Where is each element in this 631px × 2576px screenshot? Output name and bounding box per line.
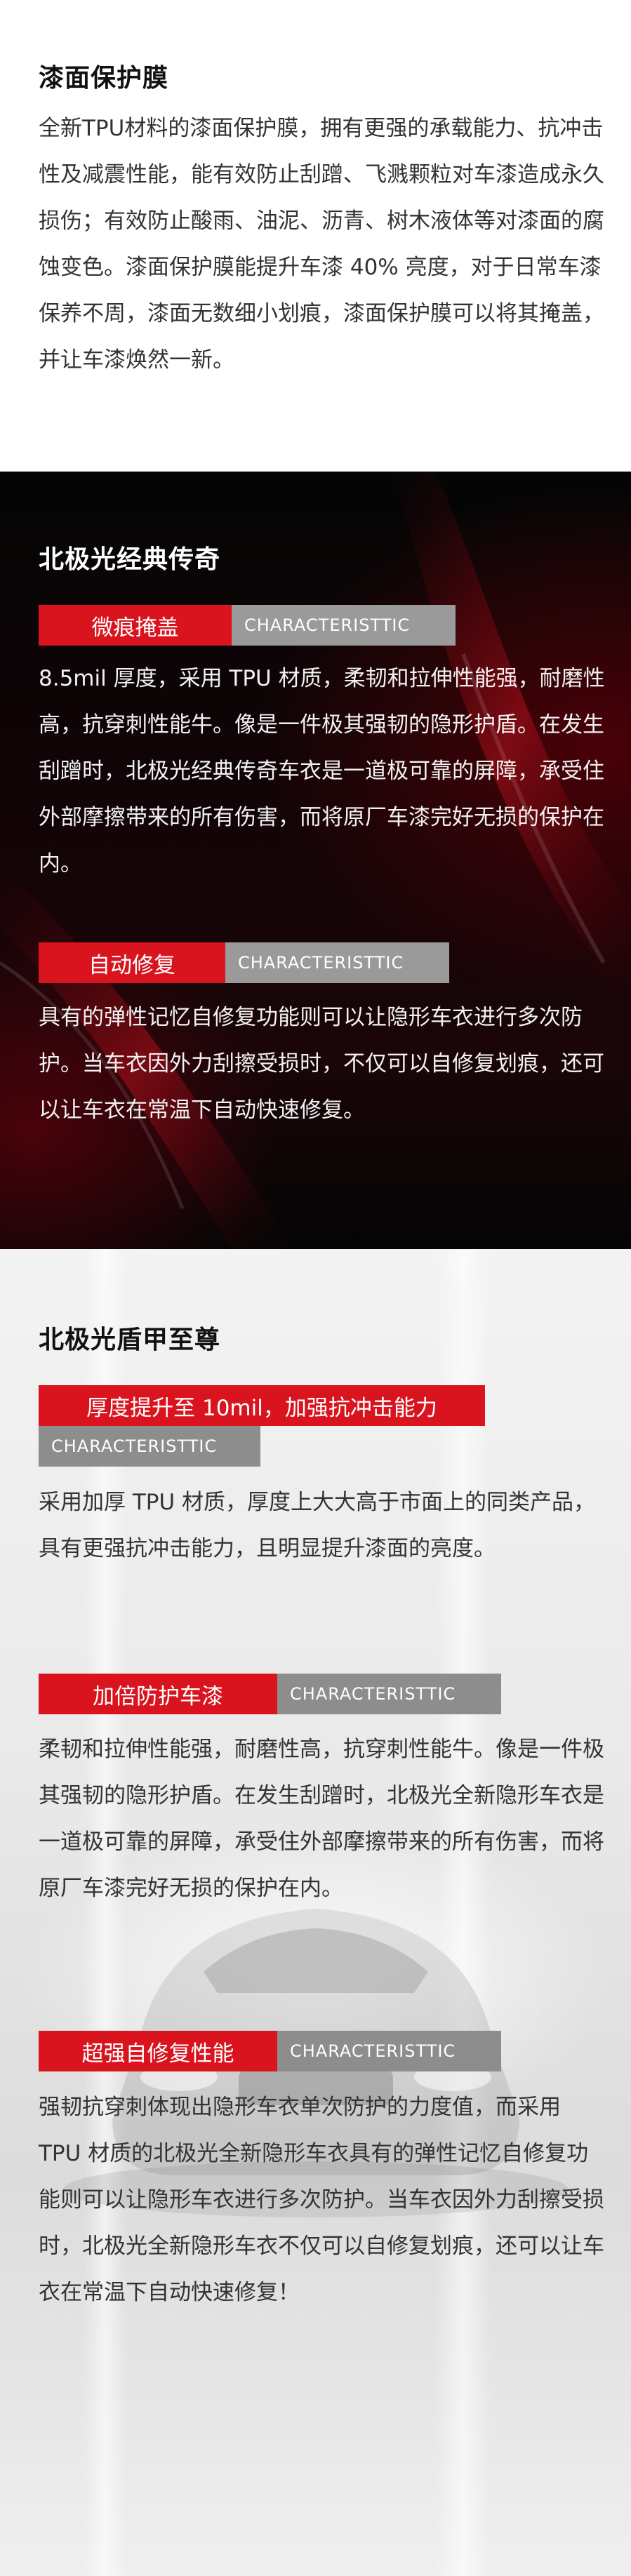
feature-body: 采用加厚 TPU 材质，厚度上大大高于市面上的同类产品，具有更强抗冲击能力，且明… <box>39 1490 596 1561</box>
section-paint-protection: 漆面保护膜 全新TPU材料的漆面保护膜，拥有更强的承载能力、抗冲击性及减震性能，… <box>0 0 631 472</box>
feature-tag: 加倍防护车漆 CHARACTERISTTIC <box>39 1674 501 1714</box>
feature-body: 柔韧和拉伸性能强，耐磨性高，抗穿刺性能牛。像是一件极其强韧的隐形护盾。在发生刮蹭… <box>39 1737 604 1901</box>
feature-tag-label: 厚度提升至 10mil，加强抗冲击能力 <box>39 1385 485 1426</box>
feature-tag: 自动修复 CHARACTERISTTIC <box>39 942 449 983</box>
feature-tag-label: 超强自修复性能 <box>39 2031 277 2071</box>
feature-tag-english: CHARACTERISTTIC <box>225 942 449 983</box>
section-title: 漆面保护膜 <box>39 64 169 93</box>
feature-tag-label: 加倍防护车漆 <box>39 1674 277 1714</box>
feature-tag-label: 微痕掩盖 <box>39 605 232 646</box>
section-armor-supreme: 北极光盾甲至尊 厚度提升至 10mil，加强抗冲击能力 CHARACTERIST… <box>0 1249 631 2576</box>
feature-tag: 微痕掩盖 CHARACTERISTTIC <box>39 605 456 646</box>
feature-tag-label: 自动修复 <box>39 942 225 983</box>
feature-body: 具有的弹性记忆自修复功能则可以让隐形车衣进行多次防护。当车衣因外力刮擦受损时，不… <box>39 1005 604 1123</box>
feature-body: 8.5mil 厚度，采用 TPU 材质，柔韧和拉伸性能强，耐磨性高，抗穿刺性能牛… <box>39 666 605 876</box>
section-title: 北极光盾甲至尊 <box>39 1326 221 1354</box>
feature-tag: CHARACTERISTTIC <box>39 1426 260 1467</box>
section-title: 北极光经典传奇 <box>39 545 221 574</box>
feature-tag-english: CHARACTERISTTIC <box>39 1426 260 1467</box>
section-classic-legend: 北极光经典传奇 微痕掩盖 CHARACTERISTTIC 8.5mil 厚度，采… <box>0 472 631 1249</box>
feature-tag-english: CHARACTERISTTIC <box>232 605 456 646</box>
feature-body: 强韧抗穿刺体现出隐形车衣单次防护的力度值，而采用 TPU 材质的北极光全新隐形车… <box>39 2095 604 2305</box>
feature-tag-english: CHARACTERISTTIC <box>277 2031 501 2071</box>
feature-tag: 超强自修复性能 CHARACTERISTTIC <box>39 2031 501 2071</box>
feature-tag: 厚度提升至 10mil，加强抗冲击能力 <box>39 1385 485 1426</box>
section-body: 全新TPU材料的漆面保护膜，拥有更强的承载能力、抗冲击性及减震性能，能有效防止刮… <box>39 116 604 373</box>
feature-tag-english: CHARACTERISTTIC <box>277 1674 501 1714</box>
